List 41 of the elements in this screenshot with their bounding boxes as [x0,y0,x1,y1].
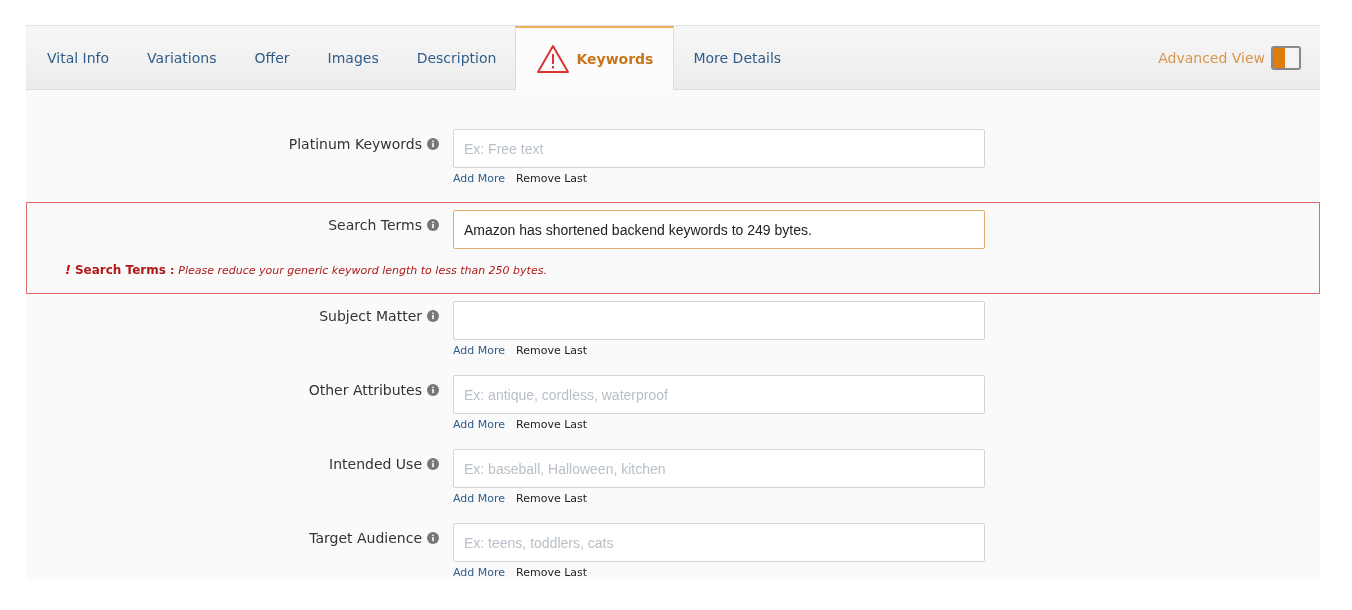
add-more-link[interactable]: Add More [453,418,506,431]
input-field[interactable]: Ex: teens, toddlers, cats [453,523,985,562]
remove-last-link[interactable]: Remove Last [516,418,588,431]
info-icon[interactable] [427,310,439,322]
error-field-name: Search Terms [74,263,166,277]
add-more-link[interactable]: Add More [453,344,506,357]
tab[interactable]: Vital Info [28,26,129,89]
field-label: Target Audience [309,530,422,546]
tab[interactable]: More Details [674,26,801,89]
error-separator: : [169,264,175,277]
input-field[interactable] [453,301,985,340]
remove-last-link[interactable]: Remove Last [516,344,588,357]
remove-last-link[interactable]: Remove Last [516,172,588,185]
input-field[interactable]: Amazon has shortened backend keywords to 249 bytes. [453,210,985,249]
info-icon[interactable] [427,384,439,396]
error-message: Please reduce your generic keyword length to less than 250 bytes. [178,264,547,277]
tab[interactable]: Description [397,26,516,89]
remove-last-link[interactable]: Remove Last [516,566,588,579]
add-more-link[interactable]: Add More [453,566,506,579]
info-icon[interactable] [427,138,439,150]
input-field[interactable]: Ex: baseball, Halloween, kitchen [453,449,985,488]
field-label: Search Terms [328,217,422,233]
toggle-label: Advanced View [1158,49,1265,66]
field-label: Platinum Keywords [288,136,422,152]
input-field[interactable]: Ex: antique, cordless, waterproof [453,375,985,414]
add-more-link[interactable]: Add More [453,172,506,185]
info-icon[interactable] [427,219,439,231]
info-icon[interactable] [427,532,439,544]
info-icon[interactable] [427,458,439,470]
add-more-link[interactable]: Add More [453,492,506,505]
field-label: Subject Matter [319,308,422,324]
remove-last-link[interactable]: Remove Last [516,492,588,505]
toggle-switch[interactable] [1271,45,1301,70]
field-label: Other Attributes [308,382,422,398]
input-field[interactable]: Ex: Free text [453,129,985,168]
field-label: Intended Use [329,456,422,472]
warning-icon [536,44,571,74]
tab[interactable]: Variations [128,26,236,89]
tab[interactable]: Images [308,26,398,89]
tab[interactable]: Offer [235,26,309,89]
error-mark: ! [65,262,71,277]
